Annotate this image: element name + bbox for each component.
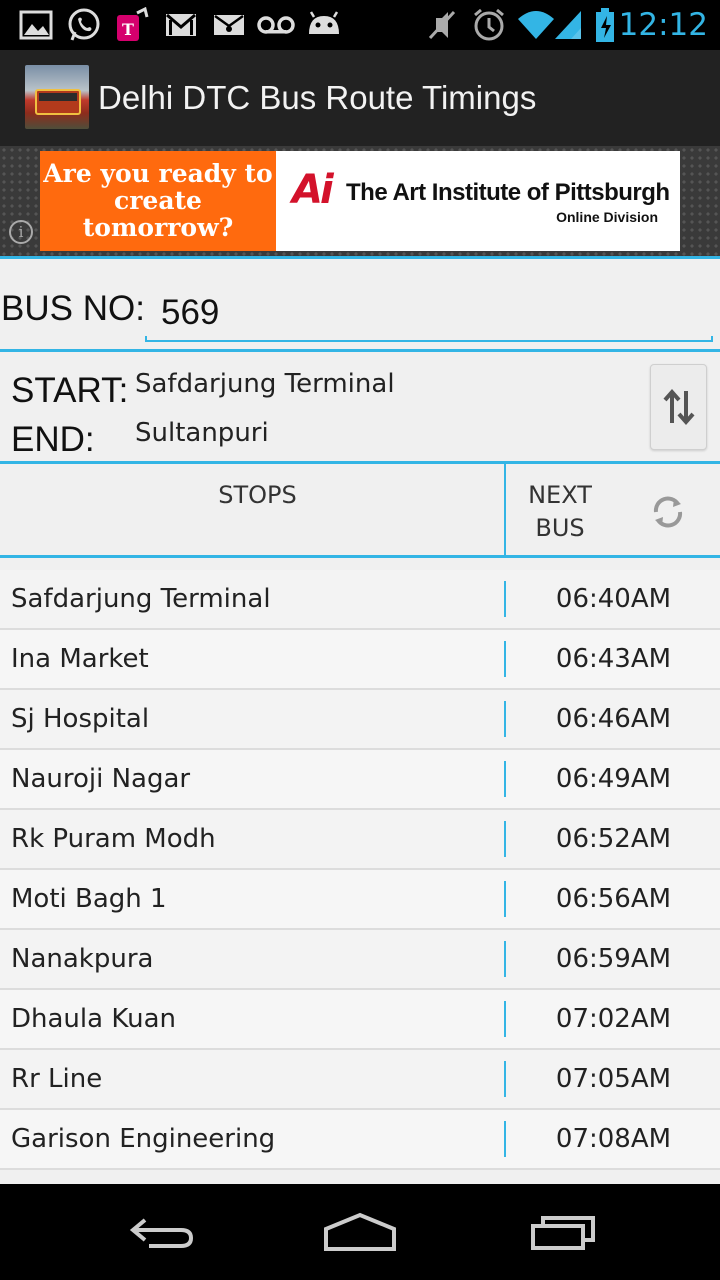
ad-tagline[interactable]: Are you ready to create tomorrow?	[40, 151, 276, 251]
table-row[interactable]: Moti Bagh 1 06:56AM	[0, 870, 720, 930]
back-icon	[129, 1218, 194, 1248]
row-divider	[504, 761, 506, 797]
next-bus-time: 07:05AM	[555, 1064, 672, 1094]
next-bus-time: 06:46AM	[555, 704, 672, 734]
table-row[interactable]: Ina Market 06:43AM	[0, 630, 720, 690]
stop-name: Sj Hospital	[11, 704, 150, 734]
table-row[interactable]: Nanakpura 06:59AM	[0, 930, 720, 990]
mute-icon	[424, 8, 460, 42]
refresh-icon[interactable]	[648, 492, 688, 532]
row-divider	[504, 941, 506, 977]
ad-logo: Ai	[292, 167, 334, 213]
wifi-icon	[516, 8, 556, 42]
main-content: BUS NO: START: Safdarjung Terminal END: …	[0, 256, 720, 1184]
info-icon[interactable]: i	[9, 220, 33, 244]
row-divider	[504, 1061, 506, 1097]
home-icon	[324, 1212, 396, 1251]
battery-icon	[592, 8, 618, 42]
table-row[interactable]: Rk Puram Modh 06:52AM	[0, 810, 720, 870]
stop-name: Moti Bagh 1	[11, 884, 167, 914]
swap-direction-icon	[662, 388, 695, 426]
nav-bar	[0, 1184, 720, 1280]
divider	[0, 555, 720, 558]
row-divider	[504, 701, 506, 737]
next-bus-header-line1: NEXT	[528, 481, 592, 509]
stop-name: Safdarjung Terminal	[11, 584, 271, 614]
row-divider	[504, 641, 506, 677]
row-divider	[504, 821, 506, 857]
bus-no-underline	[145, 336, 713, 342]
next-bus-time: 06:40AM	[555, 584, 672, 614]
signal-icon	[552, 8, 584, 42]
stop-name: Garison Engineering	[11, 1124, 276, 1154]
alarm-icon	[470, 8, 508, 42]
end-value: Sultanpuri	[135, 418, 269, 448]
start-label: START:	[11, 371, 129, 410]
row-divider	[504, 881, 506, 917]
next-bus-time: 07:02AM	[555, 1004, 672, 1034]
swap-direction-button[interactable]	[650, 364, 707, 450]
status-bar: T 12:12	[0, 0, 720, 50]
bus-app-icon[interactable]	[25, 65, 89, 129]
gallery-icon	[18, 8, 54, 42]
ad-name: The Art Institute of Pittsburgh	[346, 179, 670, 206]
next-bus-time: 07:08AM	[555, 1124, 672, 1154]
stop-name: Rk Puram Modh	[11, 824, 216, 854]
start-value: Safdarjung Terminal	[135, 369, 395, 399]
table-row[interactable]: Sj Hospital 06:46AM	[0, 690, 720, 750]
whatsapp-icon	[64, 8, 104, 42]
next-bus-time: 06:49AM	[555, 764, 672, 794]
stops-list: Safdarjung Terminal 06:40AM Ina Market 06:4…	[0, 570, 720, 1184]
column-divider	[504, 464, 506, 556]
recents-icon	[531, 1216, 595, 1250]
table-row[interactable]: Nauroji Nagar 06:49AM	[0, 750, 720, 810]
app-title: Delhi DTC Bus Route Timings	[98, 79, 537, 116]
table-row[interactable]: Dhaula Kuan 07:02AM	[0, 990, 720, 1050]
bus-no-input[interactable]	[145, 284, 713, 342]
gmail-icon	[162, 8, 200, 42]
stop-name: Nauroji Nagar	[11, 764, 191, 794]
stop-name: Ina Market	[11, 644, 149, 674]
svg-text:T: T	[122, 20, 134, 39]
row-divider	[504, 1001, 506, 1037]
recents-button[interactable]	[522, 1204, 602, 1260]
table-row[interactable]: Rr Line 07:05AM	[0, 1050, 720, 1110]
ad-brand[interactable]: Ai The Art Institute of Pittsburgh Onlin…	[276, 151, 680, 251]
next-bus-time: 06:56AM	[555, 884, 672, 914]
row-divider	[504, 581, 506, 617]
divider	[0, 461, 720, 464]
next-bus-time: 06:59AM	[555, 944, 672, 974]
tmobile-icon: T	[112, 7, 152, 42]
bus-no-label: BUS NO:	[1, 289, 145, 328]
stop-name: Dhaula Kuan	[11, 1004, 176, 1034]
android-icon	[304, 8, 344, 42]
next-bus-time: 06:52AM	[555, 824, 672, 854]
stop-name: Nanakpura	[11, 944, 154, 974]
table-row[interactable]: Garison Engineering 07:08AM	[0, 1110, 720, 1170]
divider	[0, 256, 720, 259]
status-time: 12:12	[618, 7, 708, 43]
end-label: END:	[11, 420, 95, 459]
ad-subtitle: Online Division	[556, 209, 658, 225]
stops-header: STOPS	[218, 481, 297, 509]
next-bus-time: 06:43AM	[555, 644, 672, 674]
home-button[interactable]	[320, 1204, 400, 1260]
row-divider	[504, 1121, 506, 1157]
action-bar: Delhi DTC Bus Route Timings	[0, 50, 720, 146]
email-icon	[210, 8, 248, 42]
divider	[0, 349, 720, 352]
next-bus-header-line2: BUS	[535, 514, 585, 542]
stop-name: Rr Line	[11, 1064, 103, 1094]
voicemail-icon	[256, 8, 296, 42]
ad-banner[interactable]: Are you ready to create tomorrow? Ai The…	[0, 146, 720, 256]
back-button[interactable]	[120, 1204, 200, 1260]
table-row[interactable]: Safdarjung Terminal 06:40AM	[0, 570, 720, 630]
